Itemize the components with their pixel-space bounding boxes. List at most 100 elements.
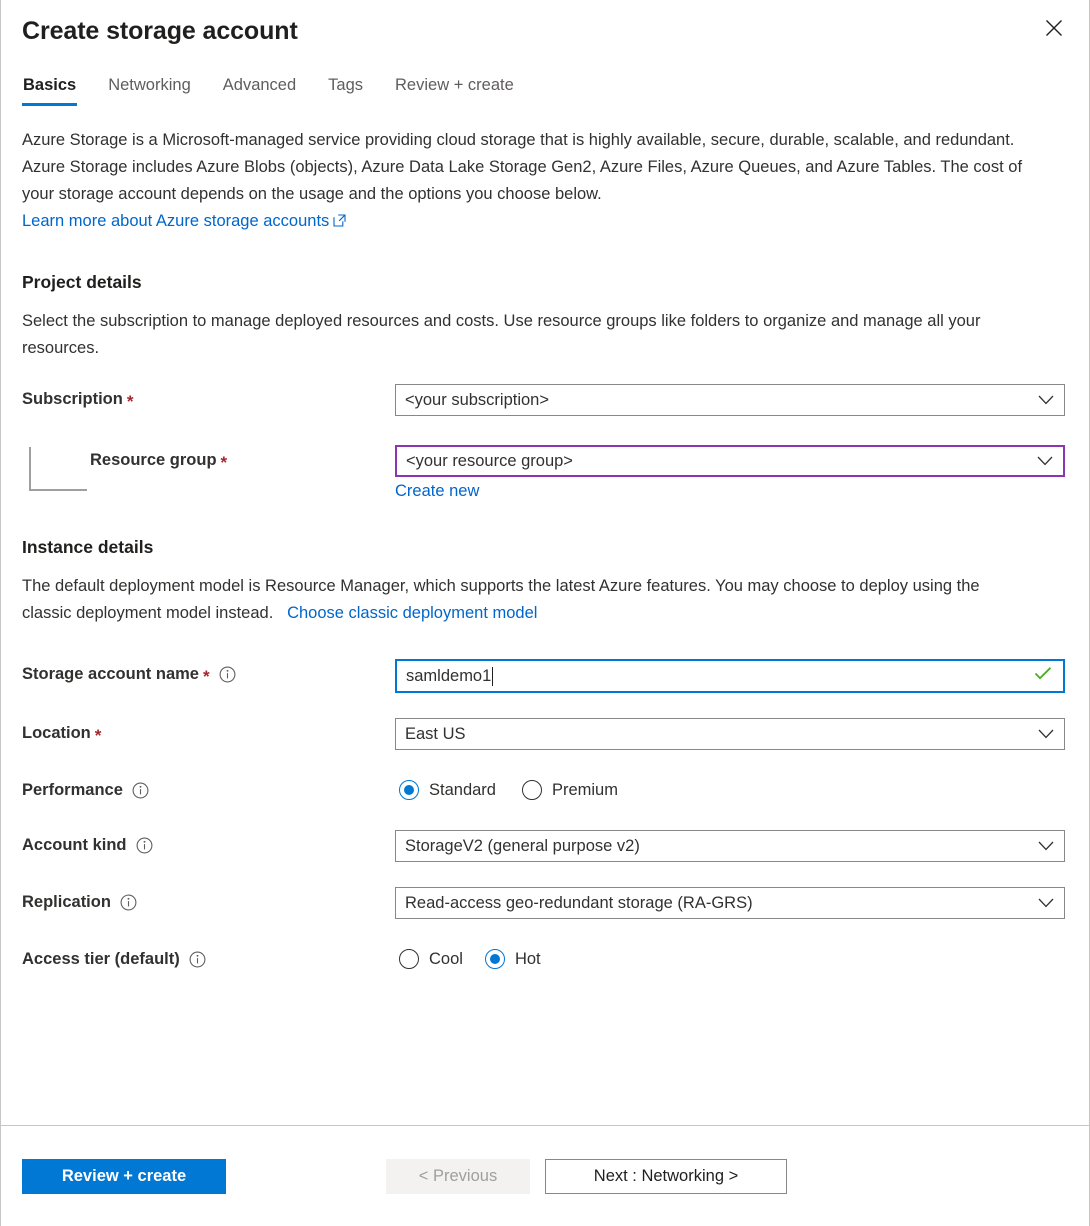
location-value: East US bbox=[405, 719, 466, 749]
project-details-form: Subscription* <your subscription> Resour… bbox=[22, 384, 1068, 501]
external-link-icon bbox=[333, 209, 346, 236]
access-tier-option-hot-label: Hot bbox=[515, 950, 541, 969]
info-icon[interactable] bbox=[132, 782, 149, 799]
storage-account-name-label-cell: Storage account name* bbox=[22, 659, 395, 689]
access-tier-option-hot[interactable]: Hot bbox=[485, 949, 541, 969]
replication-row: Replication Read-access geo-redundant st… bbox=[22, 887, 1068, 919]
tab-basics-label: Basics bbox=[23, 76, 76, 94]
subscription-label: Subscription bbox=[22, 384, 123, 414]
instance-details-heading: Instance details bbox=[22, 535, 1068, 559]
text-caret bbox=[492, 667, 493, 686]
resource-group-dropdown[interactable]: <your resource group> bbox=[395, 445, 1065, 477]
learn-more-link[interactable]: Learn more about Azure storage accounts bbox=[22, 212, 346, 230]
performance-label-cell: Performance bbox=[22, 775, 395, 805]
info-icon[interactable] bbox=[189, 951, 206, 968]
tab-networking[interactable]: Networking bbox=[107, 74, 192, 106]
replication-value: Read-access geo-redundant storage (RA-GR… bbox=[405, 888, 753, 918]
account-kind-dropdown[interactable]: StorageV2 (general purpose v2) bbox=[395, 830, 1065, 862]
previous-button[interactable]: < Previous bbox=[386, 1159, 530, 1194]
close-icon[interactable] bbox=[1034, 8, 1074, 48]
project-details-heading: Project details bbox=[22, 270, 1068, 294]
review-create-button-label: Review + create bbox=[62, 1167, 186, 1186]
subscription-field-cell: <your subscription> bbox=[395, 384, 1065, 416]
replication-label: Replication bbox=[22, 887, 111, 917]
tab-review-create[interactable]: Review + create bbox=[394, 74, 515, 106]
info-icon[interactable] bbox=[136, 837, 153, 854]
create-storage-account-blade: Create storage account Basics Networking… bbox=[0, 0, 1090, 1226]
storage-account-name-required-asterisk: * bbox=[203, 668, 210, 685]
blade-content: Azure Storage is a Microsoft-managed ser… bbox=[1, 106, 1089, 1125]
account-kind-value: StorageV2 (general purpose v2) bbox=[405, 831, 640, 861]
account-kind-label: Account kind bbox=[22, 830, 127, 860]
learn-more-label: Learn more about Azure storage accounts bbox=[22, 212, 329, 230]
location-label-cell: Location* bbox=[22, 718, 395, 748]
replication-field-cell: Read-access geo-redundant storage (RA-GR… bbox=[395, 887, 1065, 919]
performance-option-premium[interactable]: Premium bbox=[522, 780, 618, 800]
performance-option-premium-label: Premium bbox=[552, 781, 618, 800]
storage-account-name-label: Storage account name bbox=[22, 659, 199, 689]
performance-option-standard-label: Standard bbox=[429, 781, 496, 800]
tab-basics[interactable]: Basics bbox=[22, 74, 77, 106]
spacer-replication-accesstier bbox=[22, 919, 1068, 944]
intro-paragraph: Azure Storage is a Microsoft-managed ser… bbox=[22, 127, 1057, 236]
resource-group-required-asterisk: * bbox=[221, 454, 228, 471]
replication-dropdown[interactable]: Read-access geo-redundant storage (RA-GR… bbox=[395, 887, 1065, 919]
access-tier-option-cool-label: Cool bbox=[429, 950, 463, 969]
access-tier-label: Access tier (default) bbox=[22, 944, 180, 974]
performance-option-standard[interactable]: Standard bbox=[399, 780, 496, 800]
performance-field-cell: Standard Premium bbox=[395, 775, 1065, 805]
chevron-down-icon bbox=[1038, 719, 1054, 749]
performance-label: Performance bbox=[22, 775, 123, 805]
chevron-down-icon bbox=[1038, 831, 1054, 861]
spacer-subscription-resourcegroup bbox=[22, 416, 1068, 445]
close-glyph bbox=[1044, 18, 1064, 38]
tab-advanced[interactable]: Advanced bbox=[222, 74, 297, 106]
location-dropdown[interactable]: East US bbox=[395, 718, 1065, 750]
radio-premium-indicator bbox=[522, 780, 542, 800]
location-label: Location bbox=[22, 718, 91, 748]
access-tier-radio-group: Cool Hot bbox=[395, 944, 1065, 974]
subscription-dropdown[interactable]: <your subscription> bbox=[395, 384, 1065, 416]
access-tier-option-cool[interactable]: Cool bbox=[399, 949, 463, 969]
blade-footer: Review + create < Previous Next : Networ… bbox=[1, 1125, 1089, 1226]
chevron-down-icon bbox=[1038, 888, 1054, 918]
performance-row: Performance Standard Premium bbox=[22, 775, 1068, 805]
access-tier-row: Access tier (default) Cool Hot bbox=[22, 944, 1068, 974]
subscription-required-asterisk: * bbox=[127, 393, 134, 410]
account-kind-row: Account kind StorageV2 (general purpose … bbox=[22, 830, 1068, 862]
tab-advanced-label: Advanced bbox=[223, 76, 296, 94]
choose-classic-deployment-model-link[interactable]: Choose classic deployment model bbox=[287, 604, 537, 622]
access-tier-label-cell: Access tier (default) bbox=[22, 944, 395, 974]
review-create-button[interactable]: Review + create bbox=[22, 1159, 226, 1194]
spacer-accountkind-replication bbox=[22, 862, 1068, 887]
spacer-name-location bbox=[22, 693, 1068, 718]
next-networking-button[interactable]: Next : Networking > bbox=[545, 1159, 787, 1194]
next-networking-button-label: Next : Networking > bbox=[594, 1167, 738, 1186]
create-new-resource-group-link[interactable]: Create new bbox=[395, 482, 479, 501]
tab-tags-label: Tags bbox=[328, 76, 363, 94]
radio-cool-indicator bbox=[399, 949, 419, 969]
storage-account-name-row: Storage account name* samldemo1 bbox=[22, 659, 1068, 693]
resource-group-label-cell: Resource group* bbox=[22, 445, 395, 475]
radio-hot-indicator bbox=[485, 949, 505, 969]
access-tier-field-cell: Cool Hot bbox=[395, 944, 1065, 974]
performance-radio-group: Standard Premium bbox=[395, 775, 1065, 805]
storage-account-name-field-cell: samldemo1 bbox=[395, 659, 1065, 693]
instance-details-form: Storage account name* samldemo1 bbox=[22, 659, 1068, 974]
tab-bar: Basics Networking Advanced Tags Review +… bbox=[1, 74, 1089, 106]
info-icon[interactable] bbox=[219, 666, 236, 683]
subscription-row: Subscription* <your subscription> bbox=[22, 384, 1068, 416]
previous-button-label: < Previous bbox=[419, 1167, 497, 1186]
tab-review-create-label: Review + create bbox=[395, 76, 514, 94]
create-new-label: Create new bbox=[395, 482, 479, 500]
tab-tags[interactable]: Tags bbox=[327, 74, 364, 106]
valid-check-icon bbox=[1034, 666, 1052, 686]
page-title: Create storage account bbox=[22, 14, 1065, 48]
account-kind-label-cell: Account kind bbox=[22, 830, 395, 860]
spacer-performance-accountkind bbox=[22, 805, 1068, 830]
instance-details-description: The default deployment model is Resource… bbox=[22, 573, 1022, 627]
info-icon[interactable] bbox=[120, 894, 137, 911]
storage-account-name-input[interactable]: samldemo1 bbox=[395, 659, 1065, 693]
spacer-location-performance bbox=[22, 750, 1068, 775]
resource-group-row: Resource group* <your resource group> Cr… bbox=[22, 445, 1068, 501]
